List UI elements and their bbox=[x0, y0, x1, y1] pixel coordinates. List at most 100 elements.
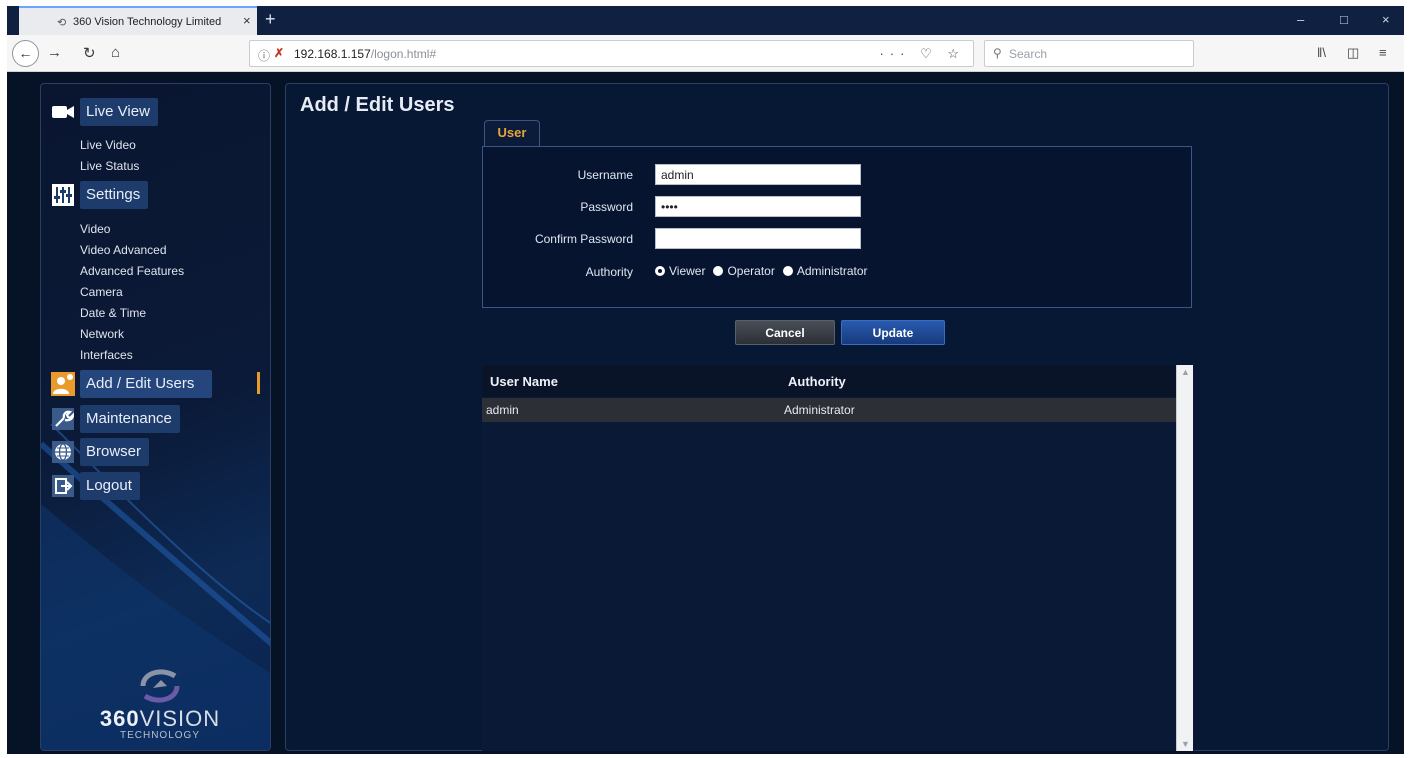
browser-tab[interactable]: ⟲ 360 Vision Technology Limited × bbox=[19, 6, 257, 35]
nav-camera[interactable]: Camera bbox=[80, 285, 123, 299]
nav-video[interactable]: Video bbox=[80, 222, 110, 236]
browser-window: ⟲ 360 Vision Technology Limited × + – □ … bbox=[7, 6, 1404, 754]
address-bar[interactable]: ⓘ ✗ 192.168.1.157/logon.html# ··· ♡ ☆ bbox=[249, 40, 974, 67]
minimize-button[interactable]: – bbox=[1297, 12, 1304, 27]
column-header-authority[interactable]: Authority bbox=[788, 374, 846, 389]
authority-viewer-label: Viewer bbox=[669, 264, 706, 278]
table-scrollbar[interactable]: ▲ ▼ bbox=[1176, 365, 1193, 751]
password-row: Password bbox=[483, 196, 1183, 218]
radio-unselected-icon bbox=[782, 266, 793, 276]
main-panel: Add / Edit Users User Username Password … bbox=[285, 83, 1389, 751]
scroll-up-icon[interactable]: ▲ bbox=[1181, 367, 1190, 377]
username-field[interactable] bbox=[655, 164, 861, 185]
menu-maintenance[interactable]: Maintenance bbox=[50, 405, 180, 433]
url-host: 192.168.1.157 bbox=[294, 47, 371, 61]
nav-video-advanced[interactable]: Video Advanced bbox=[80, 243, 167, 257]
company-logo: 360VISION TECHNOLOGY bbox=[75, 664, 245, 744]
users-icon bbox=[50, 371, 76, 397]
cell-user-name: admin bbox=[486, 403, 519, 417]
authority-row: Authority Viewer Operator Administrator bbox=[483, 261, 1183, 283]
reload-button[interactable]: ↻ bbox=[83, 44, 96, 62]
logout-icon bbox=[50, 473, 76, 499]
close-window-button[interactable]: × bbox=[1382, 12, 1390, 27]
scroll-down-icon[interactable]: ▼ bbox=[1181, 739, 1190, 749]
sidebar: Live View Live Video Live Status Setting… bbox=[40, 83, 271, 751]
tab-close-icon[interactable]: × bbox=[243, 13, 251, 28]
authority-radio-group: Viewer Operator Administrator bbox=[655, 264, 876, 278]
logo-emblem-icon bbox=[140, 669, 180, 703]
menu-icon[interactable]: ≡ bbox=[1379, 45, 1387, 60]
url-path: /logon.html# bbox=[370, 47, 437, 61]
menu-settings[interactable]: Settings bbox=[50, 181, 149, 209]
users-table: User Name Authority admin Administrator … bbox=[482, 365, 1194, 751]
authority-radio-operator[interactable]: Operator bbox=[713, 264, 775, 278]
info-icon[interactable]: ⓘ bbox=[258, 47, 270, 64]
radio-selected-icon bbox=[655, 266, 665, 276]
column-header-user-name[interactable]: User Name bbox=[490, 374, 558, 389]
forward-button[interactable]: → bbox=[47, 44, 62, 61]
sliders-icon bbox=[50, 182, 76, 208]
sidebar-toggle-icon[interactable]: ◫ bbox=[1347, 45, 1359, 61]
camera-icon bbox=[50, 99, 76, 125]
table-row[interactable]: admin Administrator bbox=[482, 398, 1176, 422]
library-icon[interactable]: ‖\ bbox=[1317, 45, 1326, 60]
menu-settings-label: Settings bbox=[80, 181, 149, 209]
username-label: Username bbox=[577, 168, 633, 182]
logo-wordmark: 360VISION bbox=[75, 706, 245, 732]
authority-radio-viewer[interactable]: Viewer bbox=[655, 264, 705, 278]
menu-add-edit-users[interactable]: Add / Edit Users bbox=[50, 370, 213, 398]
password-label: Password bbox=[580, 200, 633, 214]
logo-brand-360: 360 bbox=[99, 706, 140, 731]
authority-administrator-label: Administrator bbox=[796, 264, 868, 278]
page-actions-icon[interactable]: ··· ♡ ☆ bbox=[879, 46, 965, 62]
user-form: Username Password Confirm Password Autho… bbox=[482, 146, 1192, 308]
logo-brand-vision: VISION bbox=[139, 706, 221, 731]
username-row: Username bbox=[483, 164, 1183, 186]
search-input[interactable] bbox=[1009, 45, 1189, 63]
cancel-button[interactable]: Cancel bbox=[735, 320, 835, 345]
url-text[interactable]: 192.168.1.157/logon.html# bbox=[294, 47, 436, 61]
table-header: User Name Authority bbox=[482, 365, 1176, 397]
cell-authority: Administrator bbox=[784, 403, 855, 417]
navigation-bar: ← → ↻ ⌂ ⓘ ✗ 192.168.1.157/logon.html# ··… bbox=[7, 35, 1404, 72]
menu-live-view-label: Live View bbox=[80, 98, 158, 126]
maximize-button[interactable]: □ bbox=[1340, 12, 1348, 27]
authority-label: Authority bbox=[585, 265, 633, 279]
radio-unselected-icon bbox=[713, 266, 724, 276]
nav-advanced-features[interactable]: Advanced Features bbox=[80, 264, 184, 278]
tab-title: 360 Vision Technology Limited bbox=[73, 16, 222, 28]
confirm-password-label: Confirm Password bbox=[534, 232, 633, 246]
tab-bar: ⟲ 360 Vision Technology Limited × + – □ … bbox=[7, 6, 1404, 35]
nav-live-status[interactable]: Live Status bbox=[80, 159, 139, 173]
menu-maintenance-label: Maintenance bbox=[80, 405, 180, 433]
menu-live-view[interactable]: Live View bbox=[50, 98, 158, 126]
authority-operator-label: Operator bbox=[727, 264, 775, 278]
tab-user[interactable]: User bbox=[484, 120, 540, 147]
globe-icon bbox=[50, 439, 76, 465]
back-button[interactable]: ← bbox=[12, 40, 39, 67]
wrench-icon bbox=[50, 406, 76, 432]
menu-logout-label: Logout bbox=[80, 472, 140, 500]
logo-tagline: TECHNOLOGY bbox=[119, 730, 200, 741]
site-favicon-icon: ⟲ bbox=[57, 17, 67, 29]
nav-live-video[interactable]: Live Video bbox=[80, 138, 136, 152]
confirm-password-field[interactable] bbox=[655, 228, 861, 249]
menu-browser[interactable]: Browser bbox=[50, 438, 150, 466]
password-field[interactable] bbox=[655, 196, 861, 217]
insecure-lock-icon[interactable]: ✗ bbox=[274, 46, 284, 60]
menu-add-edit-users-label: Add / Edit Users bbox=[80, 370, 213, 398]
search-box[interactable]: ⚲ bbox=[984, 40, 1194, 67]
nav-interfaces[interactable]: Interfaces bbox=[80, 348, 133, 362]
nav-network[interactable]: Network bbox=[80, 327, 124, 341]
menu-logout[interactable]: Logout bbox=[50, 472, 140, 500]
page-title: Add / Edit Users bbox=[300, 94, 455, 116]
new-tab-button[interactable]: + bbox=[265, 9, 276, 30]
confirm-password-row: Confirm Password bbox=[483, 228, 1183, 250]
authority-radio-administrator[interactable]: Administrator bbox=[782, 264, 868, 278]
menu-browser-label: Browser bbox=[80, 438, 150, 466]
nav-date-time[interactable]: Date & Time bbox=[80, 306, 146, 320]
update-button[interactable]: Update bbox=[841, 320, 945, 345]
search-icon: ⚲ bbox=[993, 46, 1002, 60]
home-button[interactable]: ⌂ bbox=[111, 44, 120, 61]
active-item-marker bbox=[257, 372, 260, 394]
